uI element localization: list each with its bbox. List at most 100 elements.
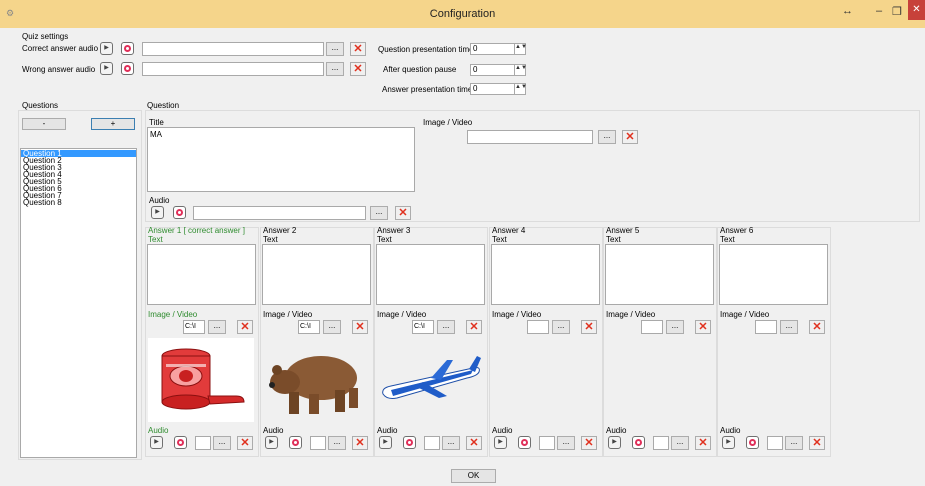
correct-audio-record-icon[interactable] — [121, 42, 134, 55]
answer-audio-play-icon[interactable]: ▶ — [722, 436, 735, 449]
answer-audio-clear-icon[interactable]: ✕ — [466, 436, 482, 450]
move-icon[interactable]: ↔ — [842, 5, 853, 17]
correct-audio-path-field[interactable] — [142, 42, 324, 56]
answer-audio-path-field[interactable] — [195, 436, 211, 450]
answer-image-browse-button[interactable]: ... — [666, 320, 684, 334]
correct-audio-clear-icon[interactable]: ✕ — [350, 42, 366, 56]
close-button[interactable]: ✕ — [908, 0, 925, 20]
answer-audio-browse-button[interactable]: ... — [785, 436, 803, 450]
answer-audio-record-icon[interactable] — [632, 436, 645, 449]
question-image-label: Image / Video — [423, 118, 473, 127]
answer-audio-record-icon[interactable] — [746, 436, 759, 449]
wrong-audio-path-field[interactable] — [142, 62, 324, 76]
answer-audio-clear-icon[interactable]: ✕ — [809, 436, 825, 450]
answer-image-browse-button[interactable]: ... — [208, 320, 226, 334]
answer-image-clear-icon[interactable]: ✕ — [695, 320, 711, 334]
question-presentation-time-label: Question presentation time — [378, 45, 474, 54]
question-image-clear-icon[interactable]: ✕ — [622, 130, 638, 144]
answer-image-path-field[interactable]: C:\I — [298, 320, 320, 334]
answer-audio-play-icon[interactable]: ▶ — [379, 436, 392, 449]
question-title-label: Title — [149, 118, 164, 127]
answer-audio-browse-button[interactable]: ... — [442, 436, 460, 450]
question-presentation-time-spinner[interactable]: 0 ▲▼ — [470, 43, 527, 55]
wrong-audio-browse-button[interactable]: ... — [326, 62, 344, 76]
answer-audio-play-icon[interactable]: ▶ — [265, 436, 278, 449]
minimize-button[interactable]: ‒ — [876, 5, 882, 17]
answer-image-path-field[interactable] — [527, 320, 549, 334]
answer-audio-play-icon[interactable]: ▶ — [494, 436, 507, 449]
answer-image-browse-button[interactable]: ... — [552, 320, 570, 334]
answer-image-path-field[interactable] — [641, 320, 663, 334]
answer-image-clear-icon[interactable]: ✕ — [466, 320, 482, 334]
answer-audio-path-field[interactable] — [767, 436, 783, 450]
answer-audio-clear-icon[interactable]: ✕ — [695, 436, 711, 450]
answer-audio-browse-button[interactable]: ... — [671, 436, 689, 450]
spinner-arrows-icon[interactable]: ▲▼ — [514, 84, 527, 94]
answer-text-label: Text — [492, 235, 507, 244]
answer-audio-path-field[interactable] — [653, 436, 669, 450]
answer-audio-path-field[interactable] — [424, 436, 440, 450]
answer-audio-browse-button[interactable]: ... — [557, 436, 575, 450]
answer-audio-browse-button[interactable]: ... — [213, 436, 231, 450]
question-audio-clear-icon[interactable]: ✕ — [395, 206, 411, 220]
answer-image-clear-icon[interactable]: ✕ — [809, 320, 825, 334]
answer-text-input[interactable] — [605, 244, 714, 305]
wrong-audio-play-icon[interactable]: ▶ — [100, 62, 113, 75]
answer-image-browse-button[interactable]: ... — [780, 320, 798, 334]
correct-audio-browse-button[interactable]: ... — [326, 42, 344, 56]
question-audio-path-field[interactable] — [193, 206, 366, 220]
answer-image-path-field[interactable]: C:\I — [183, 320, 205, 334]
answer-audio-record-icon[interactable] — [174, 436, 187, 449]
answer-image-browse-button[interactable]: ... — [323, 320, 341, 334]
remove-question-button[interactable]: - — [22, 118, 66, 130]
answer-audio-path-field[interactable] — [539, 436, 555, 450]
question-image-browse-button[interactable]: ... — [598, 130, 616, 144]
ok-button[interactable]: OK — [451, 469, 496, 483]
restore-button[interactable]: ❐ — [892, 5, 902, 18]
question-image-path-field[interactable] — [467, 130, 593, 144]
answer-image-path-field[interactable]: C:\I — [412, 320, 434, 334]
answer-image-clear-icon[interactable]: ✕ — [237, 320, 253, 334]
answer-audio-path-field[interactable] — [310, 436, 326, 450]
answer-image-clear-icon[interactable]: ✕ — [581, 320, 597, 334]
answer-audio-clear-icon[interactable]: ✕ — [237, 436, 253, 450]
correct-audio-play-icon[interactable]: ▶ — [100, 42, 113, 55]
answer-text-label: Text — [263, 235, 278, 244]
wrong-audio-clear-icon[interactable]: ✕ — [350, 62, 366, 76]
answer-image-path-field[interactable] — [755, 320, 777, 334]
answer-header: Answer 5 — [606, 226, 640, 235]
answer-text-input[interactable] — [719, 244, 828, 305]
add-question-button[interactable]: + — [91, 118, 135, 130]
answer-audio-clear-icon[interactable]: ✕ — [352, 436, 368, 450]
spinner-arrows-icon[interactable]: ▲▼ — [514, 65, 527, 75]
answer-text-input[interactable] — [376, 244, 485, 305]
answer-image-browse-button[interactable]: ... — [437, 320, 455, 334]
answer-text-input[interactable] — [147, 244, 256, 305]
after-question-pause-spinner[interactable]: 0 ▲▼ — [470, 64, 527, 76]
answer-text-input[interactable] — [262, 244, 371, 305]
answer-text-label: Text — [148, 235, 163, 244]
answer-presentation-time-spinner[interactable]: 0 ▲▼ — [470, 83, 527, 95]
answer-audio-record-icon[interactable] — [518, 436, 531, 449]
answer-audio-play-icon[interactable]: ▶ — [608, 436, 621, 449]
question-audio-record-icon[interactable] — [173, 206, 186, 219]
answer-audio-clear-icon[interactable]: ✕ — [581, 436, 597, 450]
window-title: Configuration — [429, 8, 496, 20]
answer-audio-record-icon[interactable] — [289, 436, 302, 449]
question-audio-play-icon[interactable]: ▶ — [151, 206, 164, 219]
questions-list[interactable]: Question 1 Question 2 Question 3 Question 4… — [20, 148, 137, 458]
spinner-arrows-icon[interactable]: ▲▼ — [514, 44, 527, 54]
answer-image-clear-icon[interactable]: ✕ — [352, 320, 368, 334]
question-audio-browse-button[interactable]: ... — [370, 206, 388, 220]
answer-audio-play-icon[interactable]: ▶ — [150, 436, 163, 449]
answer-audio-label: Audio — [606, 426, 627, 435]
answer-text-input[interactable] — [491, 244, 600, 305]
wrong-audio-record-icon[interactable] — [121, 62, 134, 75]
answer-audio-record-icon[interactable] — [403, 436, 416, 449]
question-list-item[interactable]: Question 8 — [21, 199, 136, 207]
answer-audio-browse-button[interactable]: ... — [328, 436, 346, 450]
question-title-input[interactable]: MA — [147, 127, 415, 192]
answer-audio-label: Audio — [148, 426, 169, 435]
correct-answer-audio-label: Correct answer audio — [22, 44, 99, 53]
answer-audio-label: Audio — [492, 426, 513, 435]
